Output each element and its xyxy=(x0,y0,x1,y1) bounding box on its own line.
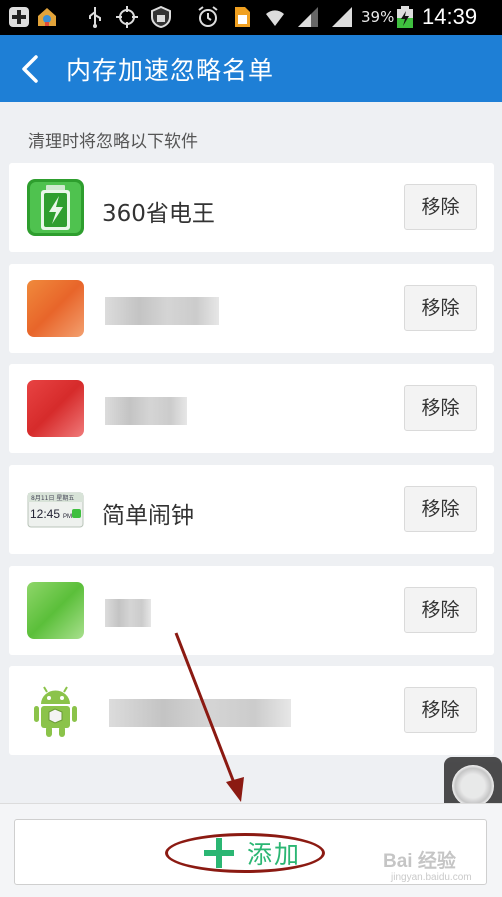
list-item: 移除 xyxy=(9,566,494,655)
battery-percent: 39% xyxy=(361,8,395,26)
list-item: 8月11日 星期五 12:45 PM 简单闹钟 移除 xyxy=(9,465,494,554)
blurred-app-name xyxy=(105,297,219,325)
remove-button[interactable]: 移除 xyxy=(404,184,477,230)
remove-button[interactable]: 移除 xyxy=(404,385,477,431)
watermark: Bai 经验 jingyan.baidu.com xyxy=(383,842,495,892)
sim-icon xyxy=(235,7,250,27)
watermark-logo: Bai 经验 xyxy=(383,851,456,872)
clock: 14:39 xyxy=(422,4,478,29)
page-title: 内存加速忽略名单 xyxy=(66,56,275,85)
remove-button[interactable]: 移除 xyxy=(404,486,477,532)
list-subtitle: 清理时将忽略以下软件 xyxy=(28,132,198,152)
remove-button[interactable]: 移除 xyxy=(404,687,477,733)
watermark-url: jingyan.baidu.com xyxy=(391,872,472,883)
signal-icon xyxy=(332,7,352,27)
remove-button[interactable]: 移除 xyxy=(404,285,477,331)
annotation-ellipse xyxy=(165,833,325,873)
assist-ring-icon xyxy=(452,765,494,807)
store-icon xyxy=(38,8,56,26)
blurred-app-name xyxy=(105,599,151,627)
remove-button[interactable]: 移除 xyxy=(404,587,477,633)
clock-app-icon[interactable]: 8月11日 星期五 12:45 PM xyxy=(27,481,84,538)
clock-icon-time: 12:45 xyxy=(30,507,60,521)
blurred-app-name xyxy=(109,699,291,727)
list-item: 移除 xyxy=(9,264,494,353)
wifi-icon xyxy=(266,10,284,26)
status-bar: 39% 14:39 xyxy=(0,0,502,35)
gps-icon xyxy=(116,6,138,28)
alarm-icon xyxy=(198,6,218,27)
usb-icon xyxy=(89,7,101,28)
blurred-app-icon[interactable] xyxy=(27,380,84,437)
battery-charging-icon xyxy=(397,6,413,28)
plus-icon xyxy=(9,7,29,27)
app-bar: 内存加速忽略名单 xyxy=(0,35,502,102)
clock-icon-ampm: PM xyxy=(63,514,72,520)
android-app-icon[interactable] xyxy=(27,682,84,739)
blurred-app-name xyxy=(105,397,187,425)
blurred-app-icon[interactable] xyxy=(27,280,84,337)
app-name: 简单闹钟 xyxy=(102,503,194,529)
signal-icon xyxy=(298,7,318,27)
shield-icon xyxy=(151,6,171,28)
clock-icon-date: 8月11日 星期五 xyxy=(31,494,74,502)
chevron-left-icon[interactable] xyxy=(14,51,50,87)
list-item: 移除 xyxy=(9,364,494,453)
app-name: 360省电王 xyxy=(102,201,215,227)
list-item: 360省电王 移除 xyxy=(9,163,494,252)
list-item: 移除 xyxy=(9,666,494,755)
battery-app-icon[interactable] xyxy=(27,179,84,236)
blurred-app-icon[interactable] xyxy=(27,582,84,639)
